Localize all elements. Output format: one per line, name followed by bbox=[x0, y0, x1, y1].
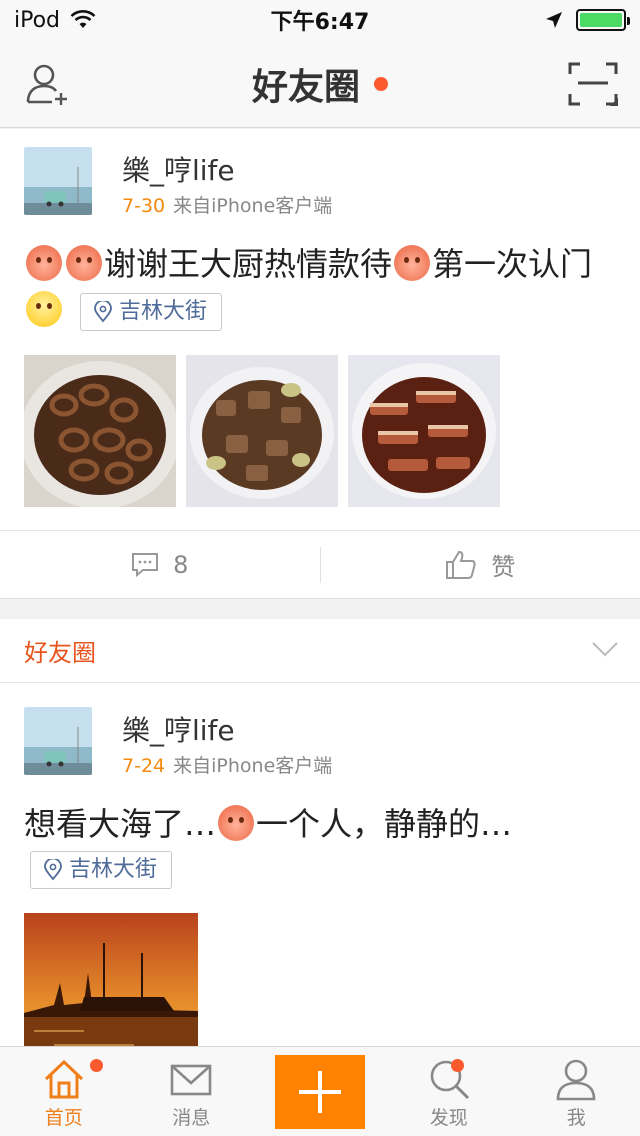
page-title[interactable]: 好友圈 bbox=[252, 58, 360, 110]
like-label: 赞 bbox=[491, 553, 516, 581]
post-meta: 7-24 来自iPhone客户端 bbox=[122, 751, 332, 778]
location-tag[interactable]: 吉林大街 bbox=[80, 293, 223, 331]
comment-button[interactable]: 8 bbox=[0, 531, 320, 598]
post-source: 来自iPhone客户端 bbox=[173, 195, 333, 217]
location-pin-icon bbox=[94, 301, 112, 323]
compose-button[interactable] bbox=[275, 1054, 365, 1129]
emoji-icon bbox=[218, 805, 255, 841]
post-date: 7-30 bbox=[122, 195, 166, 217]
post-photo[interactable] bbox=[24, 355, 176, 507]
search-icon bbox=[430, 1060, 469, 1100]
tab-home[interactable]: 首页 bbox=[0, 1047, 128, 1136]
post-text-part: 想看大海了… bbox=[24, 805, 217, 843]
tab-label: 消息 bbox=[172, 1107, 211, 1129]
home-icon bbox=[44, 1059, 83, 1099]
food-photo-image bbox=[186, 355, 338, 507]
tab-label: 我 bbox=[566, 1107, 586, 1129]
sunset-photo-image bbox=[24, 913, 198, 1046]
post-date: 7-24 bbox=[122, 755, 166, 777]
comment-icon bbox=[132, 552, 159, 577]
post-photo[interactable] bbox=[24, 913, 198, 1046]
username[interactable]: 樂_哼life bbox=[122, 709, 235, 749]
username[interactable]: 樂_哼life bbox=[122, 149, 235, 189]
tab-messages[interactable]: 消息 bbox=[128, 1047, 256, 1136]
post-source: 来自iPhone客户端 bbox=[173, 755, 333, 777]
post-text: 想看大海了… 一个人，静静的… bbox=[24, 801, 620, 847]
location-pin-icon bbox=[44, 859, 62, 881]
location-row: 吉林大街 bbox=[14, 851, 173, 889]
tab-bar: 首页 消息 发现 我 bbox=[0, 1046, 640, 1136]
location-arrow-icon bbox=[546, 12, 562, 28]
comment-count: 8 bbox=[173, 550, 189, 579]
post-text-part: 第一次认门 bbox=[432, 245, 593, 283]
mail-icon bbox=[170, 1064, 212, 1096]
post-text-part: 一个人，静静的… bbox=[256, 805, 513, 843]
avatar-image bbox=[24, 147, 92, 215]
post-text-part: 谢谢王大厨热情款待 bbox=[104, 245, 393, 283]
user-icon bbox=[556, 1059, 596, 1101]
add-friend-icon[interactable] bbox=[24, 60, 72, 108]
tab-label: 发现 bbox=[429, 1107, 468, 1129]
scan-icon[interactable] bbox=[568, 62, 618, 106]
post-photo[interactable] bbox=[186, 355, 338, 507]
post-card: 樂_哼life 7-30 来自iPhone客户端 谢谢王大厨热情款待 第一次认门 吉… bbox=[0, 129, 640, 599]
wifi-icon bbox=[70, 10, 96, 28]
avatar[interactable] bbox=[24, 707, 92, 775]
avatar-image bbox=[24, 707, 92, 775]
location-tag[interactable]: 吉林大街 bbox=[30, 851, 173, 889]
carrier-label: iPod bbox=[14, 7, 61, 33]
post-actions: 8 赞 bbox=[0, 530, 640, 598]
plus-icon bbox=[299, 1070, 341, 1113]
post-meta: 7-30 来自iPhone客户端 bbox=[122, 191, 332, 218]
post-card: 樂_哼life 7-24 来自iPhone客户端 想看大海了… 一个人，静静的… 吉… bbox=[0, 683, 640, 1046]
emoji-icon bbox=[26, 291, 62, 327]
emoji-icon bbox=[66, 245, 102, 281]
food-photo-image bbox=[348, 355, 500, 507]
section-header[interactable]: 好友圈 bbox=[0, 619, 640, 683]
emoji-icon bbox=[394, 245, 431, 281]
location-label: 吉林大街 bbox=[69, 857, 158, 882]
location-label: 吉林大街 bbox=[119, 299, 208, 324]
emoji-icon bbox=[26, 245, 62, 281]
status-bar: iPod 下午6:47 bbox=[0, 0, 640, 40]
notification-dot bbox=[90, 1059, 103, 1072]
chevron-down-icon[interactable] bbox=[592, 641, 618, 657]
notification-dot bbox=[374, 76, 388, 91]
notification-dot bbox=[451, 1059, 464, 1072]
feed[interactable]: 樂_哼life 7-30 来自iPhone客户端 谢谢王大厨热情款待 第一次认门 吉… bbox=[0, 129, 640, 1046]
thumbs-up-icon bbox=[446, 550, 476, 579]
post-text: 谢谢王大厨热情款待 第一次认门 吉林大街 bbox=[24, 241, 620, 333]
section-title: 好友圈 bbox=[24, 639, 96, 667]
food-photo-image bbox=[24, 355, 176, 507]
like-button[interactable]: 赞 bbox=[321, 531, 640, 598]
battery-icon bbox=[576, 9, 630, 31]
tab-discover[interactable]: 发现 bbox=[385, 1047, 513, 1136]
post-photo[interactable] bbox=[348, 355, 500, 507]
avatar[interactable] bbox=[24, 147, 92, 215]
tab-profile[interactable]: 我 bbox=[513, 1047, 640, 1136]
tab-label: 首页 bbox=[44, 1107, 83, 1129]
nav-bar: 好友圈 bbox=[0, 40, 640, 128]
battery-level bbox=[580, 13, 622, 27]
